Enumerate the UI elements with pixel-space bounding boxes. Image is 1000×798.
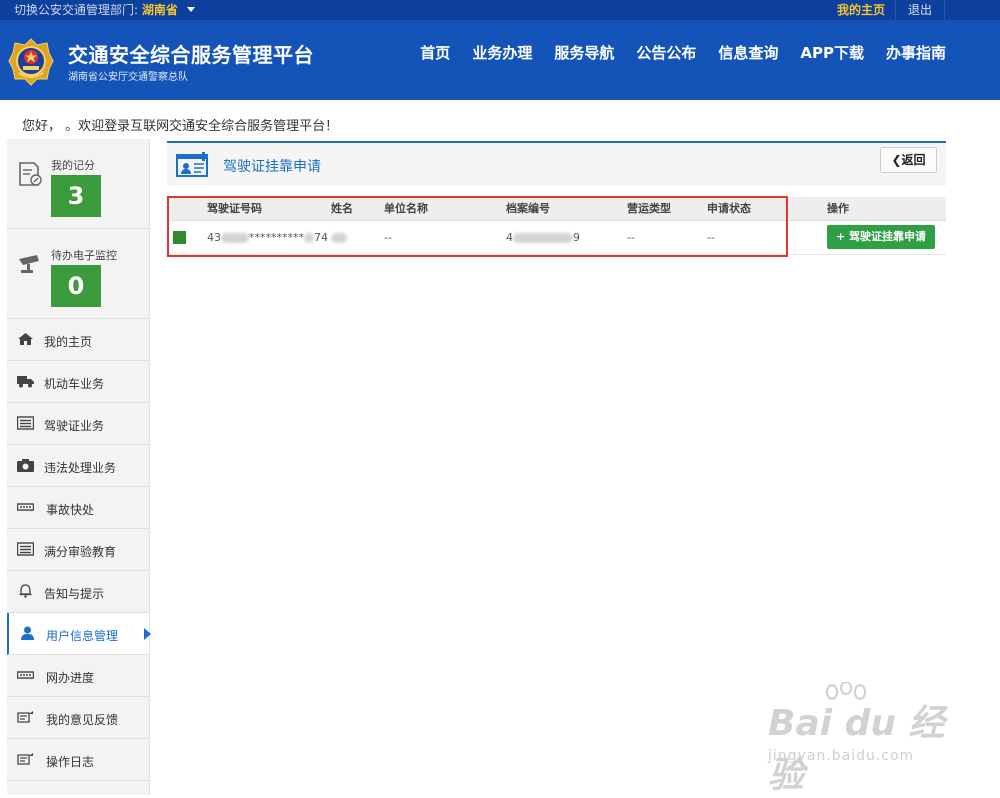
watermark-brand: Bai du 经验 [768, 703, 945, 796]
sidebar-item-label: 操作日志 [46, 755, 95, 769]
back-button-label: 返回 [901, 153, 926, 167]
camera-icon [17, 459, 34, 472]
welcome-message: 您好， 。欢迎登录互联网交通安全综合服务管理平台！ [22, 119, 339, 134]
sidebar-item-label: 用户信息管理 [46, 629, 119, 643]
sidebar-item-accident[interactable]: 事故快处 [7, 487, 149, 529]
user-icon [21, 626, 34, 640]
sidebar-item-user-info[interactable]: 用户信息管理 [7, 613, 151, 655]
department-label: 切换公安交通管理部门: [14, 3, 139, 17]
nav-guide[interactable]: 办事指南 [886, 42, 946, 63]
license-affiliation-apply-button[interactable]: + 驾驶证挂靠申请 [827, 225, 935, 249]
id-card-icon [176, 152, 208, 177]
main-nav: 首页 业务办理 服务导航 公告公布 信息查询 APP下载 办事指南 [398, 42, 946, 63]
cell-action: + 驾驶证挂靠申请 [827, 220, 946, 255]
document-edit-icon [19, 162, 42, 186]
progress-icon [17, 671, 34, 679]
watermark-url: jingyan.baidu.com [768, 748, 915, 764]
feedback-icon [17, 711, 33, 723]
home-icon [18, 333, 33, 345]
sidebar-item-label: 告知与提示 [44, 587, 105, 601]
stat-score[interactable]: 我的记分 3 [7, 139, 149, 229]
nav-service-guide[interactable]: 服务导航 [554, 42, 614, 63]
sidebar-item-label: 我的主页 [44, 335, 93, 349]
sidebar-item-label: 满分审验教育 [44, 545, 117, 559]
stat-pending-monitoring[interactable]: 待办电子监控 0 [7, 229, 149, 319]
sidebar-item-license[interactable]: 驾驶证业务 [7, 403, 149, 445]
sidebar-item-label: 机动车业务 [44, 377, 105, 391]
accident-icon [17, 503, 34, 511]
logout-link[interactable]: 退出 [896, 0, 945, 20]
license-icon [17, 416, 34, 430]
sidebar-item-progress[interactable]: 网办进度 [7, 655, 149, 697]
sidebar-item-my-home[interactable]: 我的主页 [7, 319, 149, 361]
baidu-watermark: Bai du 经验 jingyan.baidu.com [768, 682, 948, 796]
sidebar-item-label: 驾驶证业务 [44, 419, 105, 433]
department-switcher[interactable]: 切换公安交通管理部门: 湖南省 [14, 0, 195, 20]
highlight-annotation-box [167, 196, 788, 257]
plus-icon: + [835, 230, 850, 243]
sidebar-item-violation[interactable]: 违法处理业务 [7, 445, 149, 487]
stat-score-label: 我的记分 [51, 159, 95, 172]
sidebar-item-label: 我的意见反馈 [46, 713, 119, 727]
sidebar: 我的记分 3 待办电子监控 0 我的主页 机动车业务 驾驶证业务 违法处理业务 … [7, 139, 151, 795]
my-home-link[interactable]: 我的主页 [827, 0, 896, 20]
bell-icon [19, 584, 32, 598]
sidebar-item-notices[interactable]: 告知与提示 [7, 571, 149, 613]
sidebar-item-label: 网办进度 [46, 671, 95, 685]
nav-info-query[interactable]: 信息查询 [718, 42, 778, 63]
nav-app-download[interactable]: APP下载 [800, 42, 864, 63]
surveillance-camera-icon [19, 255, 39, 273]
sidebar-item-full-score-education[interactable]: 满分审验教育 [7, 529, 149, 571]
caret-right-icon [144, 628, 151, 640]
sidebar-item-label: 违法处理业务 [44, 461, 117, 475]
nav-business[interactable]: 业务办理 [472, 42, 532, 63]
sidebar-item-feedback[interactable]: 我的意见反馈 [7, 697, 149, 739]
back-button[interactable]: ❮返回 [880, 147, 937, 173]
stat-pending-label: 待办电子监控 [51, 249, 117, 262]
list-icon [17, 542, 34, 556]
top-bar: 切换公安交通管理部门: 湖南省 我的主页 退出 [0, 0, 1000, 20]
panel-title: 驾驶证挂靠申请 [223, 159, 321, 175]
nav-announcements[interactable]: 公告公布 [636, 42, 696, 63]
sidebar-item-label: 事故快处 [46, 503, 95, 517]
stat-pending-value: 0 [51, 265, 101, 307]
sidebar-item-operation-log[interactable]: 操作日志 [7, 739, 149, 781]
log-icon [17, 753, 33, 765]
content-panel-header: 驾驶证挂靠申请 [167, 141, 946, 186]
apply-button-label: 驾驶证挂靠申请 [849, 230, 927, 243]
chevron-left-icon: ❮ [891, 153, 902, 167]
header-action: 操作 [827, 197, 946, 221]
truck-icon [17, 376, 34, 388]
site-header: 交通安全综合服务管理平台 湖南省公安厅交通警察总队 首页 业务办理 服务导航 公… [0, 20, 1000, 100]
department-value[interactable]: 湖南省 [142, 3, 178, 17]
platform-subtitle: 湖南省公安厅交通警察总队 [68, 72, 188, 83]
police-emblem-icon [8, 38, 54, 86]
sidebar-item-vehicle[interactable]: 机动车业务 [7, 361, 149, 403]
platform-title: 交通安全综合服务管理平台 [68, 43, 314, 67]
stat-score-value: 3 [51, 175, 101, 217]
nav-home[interactable]: 首页 [420, 42, 450, 63]
chevron-down-icon[interactable] [186, 7, 195, 12]
